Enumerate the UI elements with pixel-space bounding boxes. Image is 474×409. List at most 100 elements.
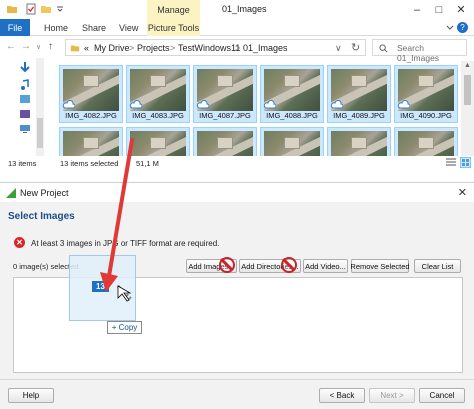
next-button[interactable]: Next > <box>369 388 415 403</box>
remove-selected-button[interactable]: Remove Selected <box>350 259 410 273</box>
videos-icon[interactable] <box>20 109 30 119</box>
cloud-icon <box>330 100 343 109</box>
maximize-button[interactable]: □ <box>428 0 450 19</box>
cancel-button[interactable]: Cancel <box>419 388 465 403</box>
tab-share[interactable]: Share <box>82 19 106 36</box>
manage-tab[interactable]: Manage <box>147 0 200 19</box>
back-button[interactable]: < Back <box>319 388 365 403</box>
selected-count: 13 items selected <box>60 159 119 168</box>
explorer-titlebar: Manage 01_Images – □ ✕ <box>0 0 474 19</box>
cursor-icon <box>116 284 134 302</box>
breadcrumb-current-folder[interactable]: 01_Images <box>243 43 288 53</box>
file-thumbnail[interactable]: IMG_4083.JPG <box>126 65 190 123</box>
scrollbar-thumb[interactable] <box>37 118 43 148</box>
search-box[interactable]: Search 01_Images <box>372 39 467 63</box>
file-view-scrollbar[interactable]: ▲ <box>461 61 474 156</box>
close-window-button[interactable]: ✕ <box>450 0 472 19</box>
file-thumbnail[interactable]: IMG_4089.JPG <box>327 65 391 123</box>
recent-locations-icon[interactable]: ∨ <box>36 43 41 51</box>
breadcrumb-projects[interactable]: Projects <box>137 43 170 53</box>
chevron-down-icon[interactable] <box>446 24 454 32</box>
dialog-titlebar: New Project ✕ <box>0 182 474 202</box>
file-thumbnail[interactable] <box>126 127 190 156</box>
minimize-button[interactable]: – <box>406 0 428 19</box>
music-icon[interactable] <box>20 79 30 91</box>
file-name: IMG_4082.JPG <box>65 111 117 120</box>
file-thumbnail[interactable]: IMG_4088.JPG <box>260 65 324 123</box>
item-count: 13 items <box>8 159 37 168</box>
navigation-scrollbar[interactable] <box>36 58 44 156</box>
tab-view[interactable]: View <box>119 19 138 36</box>
error-message: At least 3 images in JPG or TIFF format … <box>31 239 220 248</box>
photo-preview <box>264 131 320 156</box>
breadcrumb-overflow[interactable]: « <box>84 43 89 53</box>
breadcrumb-my-drive[interactable]: My Drive <box>94 43 130 53</box>
scroll-up-icon[interactable]: ▲ <box>464 62 471 69</box>
file-name: IMG_4088.JPG <box>266 111 318 120</box>
details-view-icon[interactable] <box>446 158 456 167</box>
breadcrumb-testwindows[interactable]: TestWindows11 <box>178 43 240 53</box>
drag-count-badge: 13 <box>92 281 109 292</box>
error-icon: ✕ <box>14 237 25 248</box>
large-icons-view-icon[interactable] <box>460 157 471 168</box>
file-thumbnail[interactable]: IMG_4087.JPG <box>193 65 257 123</box>
photo-preview <box>130 131 186 156</box>
ribbon-tabs: File Home Share View Picture Tools ? <box>0 19 474 36</box>
file-thumbnail[interactable] <box>260 127 324 156</box>
tab-picture-tools[interactable]: Picture Tools <box>147 19 200 36</box>
address-bar[interactable]: « My Drive > Projects > TestWindows11 > … <box>65 39 366 56</box>
photo-preview <box>63 131 119 156</box>
photo-preview <box>331 131 387 156</box>
tab-home[interactable]: Home <box>44 19 68 36</box>
breadcrumb-separator: > <box>170 43 176 53</box>
status-bar: 13 items 13 items selected 51,1 M <box>0 156 474 170</box>
folder-icon <box>7 6 17 13</box>
dialog-title: New Project <box>20 188 69 198</box>
file-name: IMG_4087.JPG <box>199 111 251 120</box>
add-video-button[interactable]: Add Video... <box>303 259 348 273</box>
help-icon[interactable]: ? <box>457 22 468 33</box>
file-thumbnail[interactable]: IMG_4090.JPG <box>394 65 458 123</box>
cloud-icon <box>397 100 410 109</box>
folder-icon <box>70 45 80 52</box>
downloads-icon[interactable] <box>20 62 30 74</box>
close-dialog-icon[interactable]: ✕ <box>458 186 467 199</box>
address-dropdown-icon[interactable]: ∨ <box>335 43 342 54</box>
no-drop-icon <box>281 257 297 273</box>
this-pc-icon[interactable] <box>20 124 30 134</box>
back-arrow-icon[interactable]: ← <box>6 41 16 52</box>
cloud-icon <box>196 100 209 109</box>
breadcrumb-separator: > <box>129 43 135 53</box>
photo-preview <box>197 131 253 156</box>
pictures-icon[interactable] <box>20 94 30 104</box>
file-thumbnail[interactable] <box>59 127 123 156</box>
copy-indicator: + Copy <box>107 321 142 334</box>
file-thumbnail[interactable] <box>394 127 458 156</box>
up-arrow-icon[interactable]: ↑ <box>48 41 53 52</box>
forward-arrow-icon[interactable]: → <box>21 41 31 52</box>
file-name: IMG_4083.JPG <box>132 111 184 120</box>
file-view: IMG_4082.JPG IMG_4083.JPG IMG_4087.JPG I… <box>55 61 460 156</box>
file-thumbnail[interactable]: IMG_4082.JPG <box>59 65 123 123</box>
app-logo-icon <box>6 188 16 198</box>
cloud-icon <box>263 100 276 109</box>
file-name: IMG_4089.JPG <box>333 111 385 120</box>
footer-divider <box>0 379 474 380</box>
help-button[interactable]: Help <box>8 388 54 403</box>
file-thumbnail[interactable] <box>327 127 391 156</box>
customize-quick-access-icon[interactable] <box>54 3 66 15</box>
new-folder-icon[interactable] <box>40 3 52 15</box>
search-placeholder: Search 01_Images <box>397 43 440 63</box>
refresh-icon[interactable]: ↻ <box>351 41 360 54</box>
cloud-icon <box>129 100 142 109</box>
file-name: IMG_4090.JPG <box>400 111 452 120</box>
search-icon <box>379 44 388 53</box>
tab-file[interactable]: File <box>0 19 30 36</box>
properties-icon[interactable] <box>25 3 37 15</box>
photo-preview <box>398 131 454 156</box>
selected-size: 51,1 M <box>136 159 159 168</box>
file-thumbnail[interactable] <box>193 127 257 156</box>
clear-list-button[interactable]: Clear List <box>414 259 461 273</box>
window-title: 01_Images <box>222 4 267 14</box>
scrollbar-thumb[interactable] <box>464 75 471 105</box>
